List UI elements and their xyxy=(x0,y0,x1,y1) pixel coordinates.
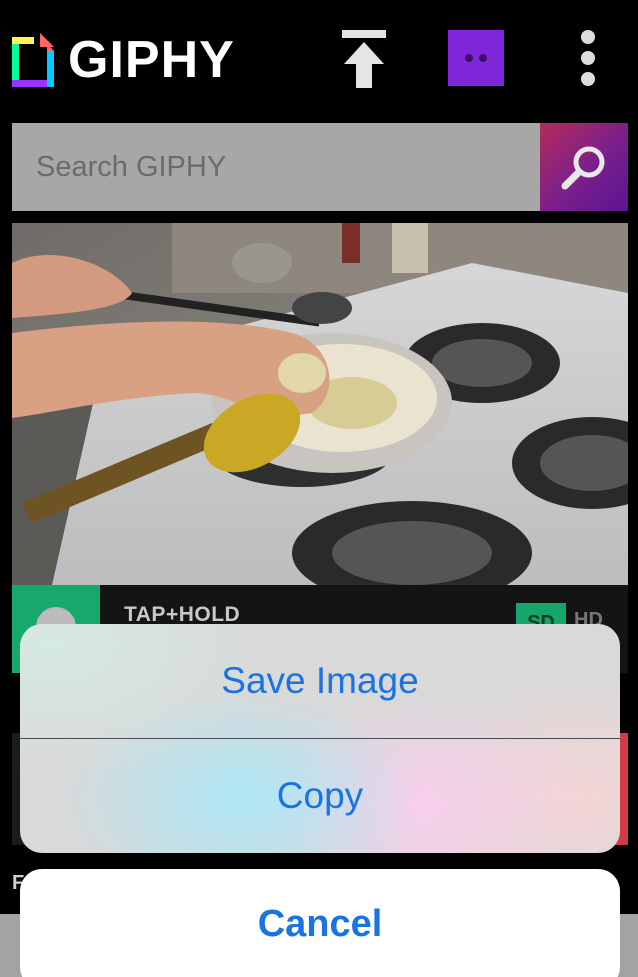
copy-button[interactable]: Copy xyxy=(20,739,620,853)
save-image-button[interactable]: Save Image xyxy=(20,624,620,738)
app-header: GIPHY xyxy=(0,0,638,118)
search-button[interactable] xyxy=(540,123,628,211)
more-vertical-icon-dot xyxy=(581,51,595,65)
logo-title: GIPHY xyxy=(68,31,235,89)
gif-image[interactable] xyxy=(12,223,628,585)
action-sheet: Save Image Copy xyxy=(20,624,620,853)
more-menu-button[interactable] xyxy=(574,30,602,88)
channel-avatar-eye-right xyxy=(479,54,487,62)
search-input[interactable] xyxy=(12,123,540,211)
upload-arrow-icon xyxy=(342,30,386,88)
more-vertical-icon-dot xyxy=(581,30,595,44)
more-vertical-icon-dot xyxy=(581,72,595,86)
cancel-button[interactable]: Cancel xyxy=(20,869,620,977)
giphy-logo[interactable]: GIPHY xyxy=(12,30,235,90)
giphy-logo-icon xyxy=(12,33,54,87)
cooking-gif-illustration xyxy=(12,223,628,585)
channel-avatar-eye-left xyxy=(465,54,473,62)
user-channel-button[interactable] xyxy=(448,30,504,86)
search-icon xyxy=(561,146,605,190)
search-bar xyxy=(12,123,628,211)
upload-button[interactable] xyxy=(338,28,390,90)
